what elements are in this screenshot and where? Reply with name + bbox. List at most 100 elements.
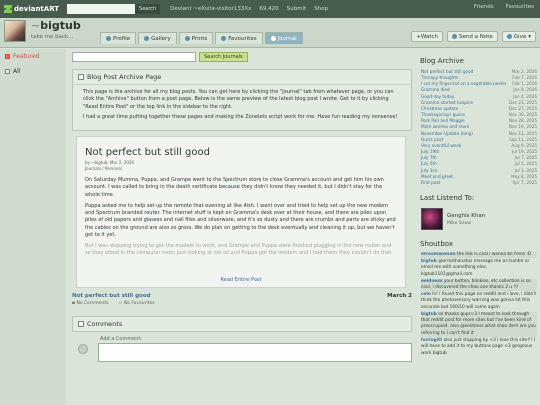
sidebar-item-featured[interactable]: Featured [0,49,66,64]
post-footer-title[interactable]: Not perfect but still good [72,293,151,299]
profile-actions: +Watch Send a Note Give ▾ [411,31,536,42]
shout-user[interactable]: horlogitt [421,338,442,343]
search-journals-button[interactable]: Search Journals [199,52,248,62]
shoutbox-title: Shoutbox [420,239,453,248]
post-meta: by ~bigtub, Mar 2, 2026 Journals / Perso… [77,160,405,171]
top-link-submit[interactable]: Submit [287,6,307,12]
watch-button[interactable]: +Watch [411,31,444,42]
shout-user[interactable]: errosmanesan [421,252,456,257]
comments-title: Comments [87,320,123,328]
top-links: Deviant ~eXsite-visitor133Xx 69,420 Subm… [170,6,328,12]
last-listened: Genghis Khan Mike Snow [418,206,540,232]
song-title: Genghis Khan [447,212,486,219]
collapse-icon[interactable] [78,74,84,80]
tab-label: Journal [277,35,297,42]
shout-text: hi! i found this page on reddit and i lo… [421,291,537,310]
shout-message: horlogitt also just stopping by <3 I lov… [421,338,537,357]
top-search-button[interactable]: Search [135,4,161,14]
collapse-icon[interactable] [78,321,84,327]
tab-label: Prints [191,35,208,42]
add-comment-label: Add a Comment: [100,336,143,342]
shout-user[interactable]: celo [421,292,431,297]
song-artist: Mike Snow [447,220,471,226]
username-prefix: ~ [31,19,41,32]
note-icon [452,34,458,39]
comments-section: Comments Add a Comment: [72,316,412,405]
profile-username[interactable]: ~bigtub [31,19,81,32]
journal-search-input[interactable] [72,52,196,62]
comments-count[interactable]: ▪ No Comments [72,301,108,306]
shout-message: eeidness your button, blinkies, etc coll… [421,278,537,292]
give-icon [506,34,512,39]
give-button[interactable]: Give ▾ [501,31,536,42]
right-sidebar: Blog Archive Not perfect but still good M… [418,49,540,405]
shout-message: errosmanesan the link is cool i wanna be… [421,251,537,259]
comments-count-label: No Comments [76,301,109,306]
avatar[interactable] [4,20,26,42]
tab-gallery[interactable]: Gallery [138,32,177,44]
profile-icon [106,36,111,41]
archive-item-title: First post [421,179,441,185]
gallery-icon [144,36,150,41]
top-link-shop[interactable]: Shop [314,6,328,12]
tab-favourites[interactable]: Favourites [215,32,263,44]
top-right-links: Friends Favourites [474,4,534,10]
shout-text: the link is cool i wanna be frens :D [456,251,532,257]
read-entire-post-link[interactable]: Read Entire Post [77,277,405,283]
archive-intro-panel: Blog Post Archive Page This page is the … [72,69,412,131]
tab-profile[interactable]: Profile [100,32,137,44]
blog-archive-title: Blog Archive [420,57,464,65]
archive-intro-text: This page is the archive for all my blog… [73,85,411,128]
site-logo[interactable]: deviantART [4,5,59,13]
featured-icon [5,54,10,59]
sidebar-item-label: Featured [13,53,40,60]
shout-user[interactable]: bigtub [421,259,437,264]
shout-text: lol thanks guys<3 I meant to look throug… [421,311,536,336]
profile-tabs: Profile Gallery Prints Favourites Journa… [100,32,303,44]
archive-panel-title: Blog Post Archive Page [87,73,162,81]
send-note-label: Send a Note [459,33,493,40]
shout-user[interactable]: eeidness [421,279,442,284]
tab-prints[interactable]: Prints [178,32,214,44]
comment-input[interactable] [98,343,412,362]
archive-item-date: Apr 7, 2025 [512,179,537,185]
top-link-friends[interactable]: Friends [474,4,494,10]
give-label: Give [513,33,527,40]
tab-label: Profile [113,35,131,42]
shout-message: bigtub @errosthanatos message me on tumb… [421,259,537,278]
archive-paragraph: This page is the archive for all my blog… [83,89,394,110]
journal-sidebar: Featured All [0,49,66,405]
top-link-points[interactable]: 69,420 [259,6,278,12]
commenter-avatar [78,344,88,354]
shout-user[interactable]: bigtub [421,312,437,317]
archive-panel-header: Blog Post Archive Page [73,70,411,85]
send-note-button[interactable]: Send a Note [447,31,498,42]
shoutbox: errosmanesan the link is cool i wanna be… [418,251,540,357]
post-title[interactable]: Not perfect but still good [77,137,405,160]
favourites-count[interactable]: ☆ No Favourites [118,301,154,306]
shout-text: @errosthanatos message me on tumblr or e… [421,258,530,277]
top-link-profile[interactable]: Deviant ~eXsite-visitor133Xx [170,6,251,12]
post-footer: Not perfect but still good March 2 ▪ No … [72,293,412,306]
shout-message: bigtub lol thanks guys<3 I meant to look… [421,311,537,338]
profile-header: ~bigtub take me back... Profile Gallery … [0,18,540,48]
post-body: On Saturday Mumma, Puppa, and Grampe wen… [77,171,405,268]
post-paragraph: Puppa asked me to help set up the remote… [85,202,396,238]
top-search: Search [67,4,161,14]
top-link-favourites[interactable]: Favourites [506,4,534,10]
shout-message: celo hi! i found this page on reddit and… [421,292,537,311]
sidebar-item-all[interactable]: All [0,64,66,79]
tab-label: Gallery [151,35,171,42]
last-listened-title: Last Listend To: [420,193,475,202]
sidebar-item-label: All [13,68,21,75]
journal-search: Search Journals [72,52,248,62]
blog-archive-list: Not perfect but still good Mar 2, 2026 The… [418,69,540,186]
chevron-down-icon: ▾ [528,33,531,40]
star-icon [221,36,227,41]
site-name: deviantART [14,5,60,13]
tab-journal[interactable]: Journal [264,32,303,44]
journal-icon [270,36,276,41]
top-search-input[interactable] [67,4,136,14]
comments-header: Comments [72,316,412,332]
deviantart-logo-icon [4,5,12,13]
